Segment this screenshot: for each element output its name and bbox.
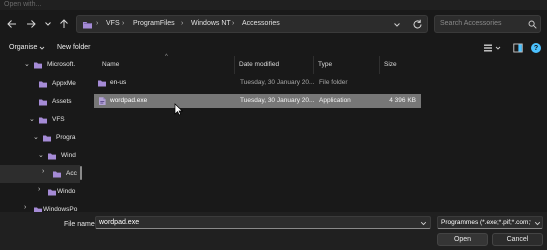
folder-icon	[83, 22, 92, 29]
open-button-label: Open	[453, 236, 472, 243]
chevron-down-icon	[39, 46, 45, 50]
file-row-selected[interactable]: wordpad.exe Tuesday, 30 January 20... Ap…	[94, 94, 421, 108]
folder-icon	[48, 189, 56, 196]
cancel-button[interactable]: Cancel	[492, 233, 543, 246]
chevron-down-icon	[45, 22, 51, 26]
list-view-icon	[484, 44, 492, 52]
chevron-down-icon[interactable]	[393, 21, 401, 29]
column-type-label: Type	[318, 61, 333, 68]
breadcrumb-separator: ›	[181, 20, 184, 27]
file-type: Application	[319, 97, 351, 104]
window-title: Open with...	[4, 1, 42, 8]
dialog-footer: File name: wordpad.exe Programmes (*.exe…	[0, 212, 547, 250]
tree-item-microsoft[interactable]: ⌄ Microsoft.	[0, 56, 80, 74]
tree-scrollbar[interactable]	[80, 166, 82, 180]
tree-item-assets[interactable]: Assets	[0, 93, 80, 111]
breadcrumb-separator: ›	[122, 20, 125, 27]
tree-item-label: VFS	[52, 116, 65, 123]
refresh-icon[interactable]	[412, 19, 423, 30]
chevron-down-icon[interactable]: ⌄	[33, 133, 39, 141]
file-name: en-us	[110, 79, 127, 86]
folder-icon	[98, 80, 106, 87]
open-button[interactable]: Open	[437, 233, 488, 246]
column-name-label: Name	[102, 61, 120, 68]
tree-item-label: AppxMe	[52, 80, 76, 87]
tree-item-appxme[interactable]: AppxMe	[0, 75, 80, 93]
chevron-down-icon	[495, 46, 501, 50]
search-input[interactable]: Search Accessories	[440, 20, 501, 27]
sort-ascending-icon: ^	[165, 54, 168, 60]
column-header-size[interactable]: Size	[380, 56, 421, 74]
tree-item-accessories[interactable]: › Acc	[0, 165, 80, 183]
address-bar[interactable]: › VFS › ProgramFiles › Windows NT › Acce…	[76, 15, 428, 33]
forward-button[interactable]	[23, 16, 39, 32]
up-button[interactable]	[56, 16, 72, 32]
breadcrumb-programfiles[interactable]: ProgramFiles	[133, 20, 175, 27]
tree-item-label: Wind	[61, 152, 76, 159]
breadcrumb-vfs[interactable]: VFS	[106, 20, 120, 27]
tree-item-label: Windo	[57, 188, 76, 195]
search-icon	[528, 20, 537, 29]
chevron-down-icon[interactable]	[420, 220, 427, 227]
folder-icon	[34, 62, 42, 69]
preview-pane-icon[interactable]	[513, 43, 523, 53]
folder-icon	[48, 153, 56, 160]
cancel-button-label: Cancel	[506, 236, 529, 243]
chevron-down-icon[interactable]: ⌄	[38, 151, 44, 159]
breadcrumb-accessories[interactable]: Accessories	[242, 20, 280, 27]
application-icon	[99, 97, 106, 105]
folder-icon	[39, 99, 47, 106]
breadcrumb-separator: ›	[96, 20, 99, 27]
folder-icon	[43, 135, 51, 142]
breadcrumb-windows-nt[interactable]: Windows NT	[191, 20, 231, 27]
chevron-right-icon[interactable]: ›	[24, 204, 26, 211]
column-header-type[interactable]: Type	[314, 56, 380, 74]
chevron-down-icon[interactable]: ⌄	[24, 60, 30, 68]
file-type-filter[interactable]: Programmes (*.exe;*.pif;*.com;*.	[437, 216, 543, 229]
arrow-left-icon	[7, 20, 16, 28]
organise-button[interactable]: Organise	[9, 44, 37, 51]
tree-item-windows-nt[interactable]: ⌄ Wind	[0, 147, 80, 165]
file-name-field[interactable]: wordpad.exe	[95, 216, 431, 229]
folder-icon	[39, 81, 47, 88]
column-date-label: Date modified	[239, 61, 280, 68]
mouse-cursor-icon	[174, 103, 183, 116]
tree-item-vfs[interactable]: ⌄ VFS	[0, 111, 80, 129]
breadcrumb-separator: ›	[232, 20, 235, 27]
back-button[interactable]	[4, 16, 20, 32]
file-row[interactable]: en-us Tuesday, 30 January 20... File fol…	[93, 76, 409, 90]
chevron-right-icon[interactable]: ›	[42, 168, 44, 175]
chevron-down-icon[interactable]: ⌄	[29, 115, 35, 123]
recent-locations-button[interactable]	[40, 16, 56, 32]
navigation-pane: ⌄ Microsoft. AppxMe Assets ⌄ VFS ⌄ Progr…	[0, 56, 82, 214]
file-type-filter-value: Programmes (*.exe;*.pif;*.com;*.	[441, 219, 531, 226]
file-date: Tuesday, 30 January 20...	[240, 79, 315, 86]
file-name: wordpad.exe	[110, 97, 148, 104]
search-box[interactable]: Search Accessories	[434, 15, 541, 33]
file-list: Name Date modified Type Size ^ en-us Tue…	[88, 54, 547, 212]
chevron-down-icon	[534, 221, 541, 226]
arrow-up-icon	[60, 19, 68, 28]
file-name-label: File name:	[64, 221, 97, 228]
tree-item-label: Acc	[66, 170, 77, 177]
view-options-button[interactable]	[482, 42, 502, 54]
tree-item-programfiles[interactable]: ⌄ Progra	[0, 129, 80, 147]
new-folder-button[interactable]: New folder	[57, 44, 90, 51]
help-icon[interactable]: ?	[531, 43, 541, 53]
tree-item-label: Progra	[56, 134, 76, 141]
file-size: 4 396 KB	[389, 97, 416, 104]
file-name-value: wordpad.exe	[99, 219, 140, 226]
tree-item-windows[interactable]: › Windo	[0, 183, 80, 201]
arrow-right-icon	[27, 20, 36, 28]
chevron-right-icon[interactable]: ›	[38, 186, 40, 193]
folder-icon	[53, 171, 61, 178]
column-header-date[interactable]: Date modified	[235, 56, 314, 74]
folder-icon	[39, 117, 47, 124]
tree-item-label: Microsoft.	[47, 61, 76, 68]
file-type: File folder	[319, 79, 348, 86]
tree-item-label: Assets	[52, 98, 72, 105]
title-bar: Open with...	[0, 0, 547, 10]
column-size-label: Size	[384, 61, 397, 68]
file-date: Tuesday, 30 January 20...	[240, 97, 315, 104]
